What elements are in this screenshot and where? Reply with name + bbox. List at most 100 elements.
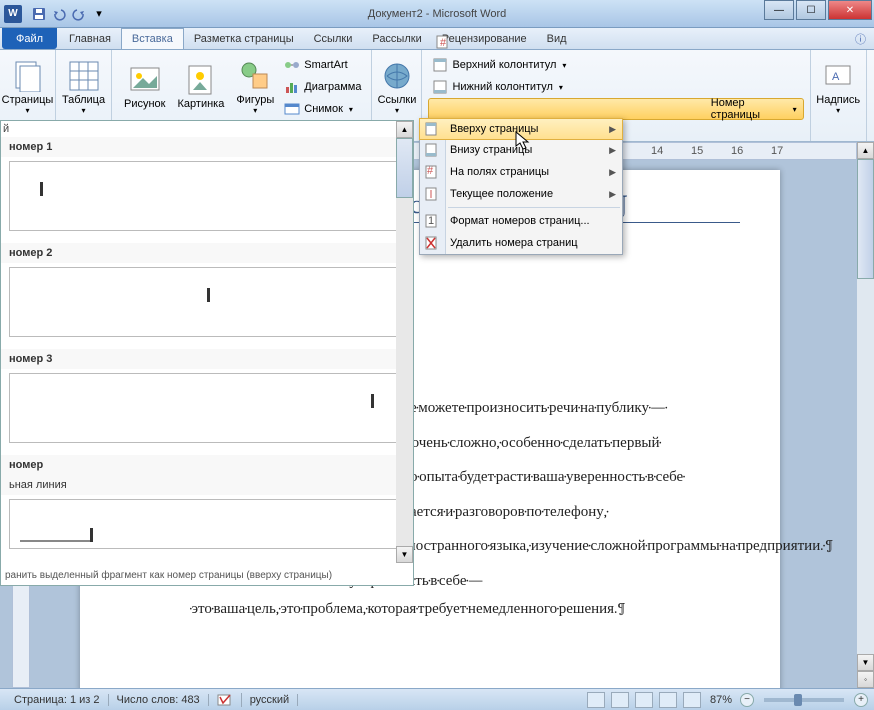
svg-text:#: # — [440, 37, 447, 49]
tab-layout[interactable]: Разметка страницы — [184, 28, 304, 49]
gallery-preset-4[interactable] — [9, 499, 405, 549]
clipart-icon — [185, 64, 217, 96]
gallery-scrollbar[interactable]: ▲ ▼ — [396, 121, 413, 563]
browse-object-icon[interactable]: ◦ — [857, 671, 874, 688]
status-page[interactable]: Страница: 1 из 2 — [6, 694, 109, 706]
paragraph: о·опыта·будет·расти·ваша·уверенность·в·с… — [410, 462, 740, 491]
page-bottom-icon — [424, 142, 440, 158]
menu-page-margins[interactable]: # На полях страницы▶ — [420, 161, 622, 183]
pagenumber-menu: Вверху страницы▶ Внизу страницы▶ # На по… — [419, 118, 623, 255]
window-title: Документ2 - Microsoft Word — [368, 8, 506, 20]
menu-remove-pagenumbers[interactable]: Удалить номера страниц — [420, 232, 622, 254]
tab-mailings[interactable]: Рассылки — [362, 28, 431, 49]
menu-top-of-page[interactable]: Вверху страницы▶ — [419, 118, 623, 140]
gallery-category: номер 1 — [1, 137, 413, 157]
scroll-up-icon[interactable]: ▲ — [857, 142, 874, 159]
gallery-preset-1[interactable] — [9, 161, 405, 231]
qat-redo[interactable] — [70, 5, 88, 23]
vertical-scrollbar[interactable]: ▲ ▼ ◦ — [857, 142, 874, 688]
textbox-label: Надпись — [816, 94, 860, 106]
clipart-label: Картинка — [178, 98, 225, 110]
text-group-label: Текст — [867, 129, 874, 140]
pagenumber-gallery: й номер 1 номер 2 номер 3 номер ьная лин… — [0, 120, 414, 586]
smartart-icon — [284, 57, 300, 73]
gallery-preset-3[interactable] — [9, 373, 405, 443]
pagenumber-button[interactable]: #Номер страницы▾ — [428, 98, 803, 120]
page-top-icon — [424, 121, 440, 137]
gallery-category: номер — [1, 455, 413, 475]
scroll-thumb[interactable] — [396, 138, 413, 198]
status-wordcount[interactable]: Число слов: 483 — [109, 694, 209, 706]
proofing-icon — [217, 693, 233, 707]
scroll-down-icon[interactable]: ▼ — [396, 546, 413, 563]
qat-save[interactable] — [30, 5, 48, 23]
zoom-in-button[interactable]: + — [854, 693, 868, 707]
paragraph: ·очень·сложно,·особенно·сделать·первый· — [410, 428, 740, 457]
paragraph: ается·и·разговоров·по·телефону,· — [410, 497, 740, 526]
picture-button[interactable]: Рисунок — [118, 52, 172, 122]
minimize-button[interactable]: — — [764, 0, 794, 20]
scroll-thumb[interactable] — [857, 159, 874, 279]
links-icon — [381, 60, 413, 92]
zoom-out-button[interactable]: − — [740, 693, 754, 707]
tab-file[interactable]: Файл — [2, 28, 57, 49]
tab-home[interactable]: Главная — [59, 28, 121, 49]
pages-icon — [12, 60, 44, 92]
status-proofing[interactable] — [209, 693, 242, 707]
scroll-up-icon[interactable]: ▲ — [396, 121, 413, 138]
shapes-button[interactable]: Фигуры ▾ — [230, 52, 280, 122]
view-print-layout[interactable] — [587, 692, 605, 708]
gallery-preset-2[interactable] — [9, 267, 405, 337]
links-button[interactable]: Ссылки ▾ — [378, 52, 415, 122]
table-label: Таблица — [62, 94, 105, 106]
scroll-down-icon[interactable]: ▼ — [857, 654, 874, 671]
tab-insert[interactable]: Вставка — [121, 28, 184, 49]
view-draft[interactable] — [683, 692, 701, 708]
menu-bottom-of-page[interactable]: Внизу страницы▶ — [420, 139, 622, 161]
tab-references[interactable]: Ссылки — [304, 28, 363, 49]
view-outline[interactable] — [659, 692, 677, 708]
qat-customize[interactable]: ▾ — [90, 5, 108, 23]
picture-label: Рисунок — [124, 98, 166, 110]
remove-icon — [424, 235, 440, 251]
zoom-handle[interactable] — [794, 694, 802, 706]
svg-text:1: 1 — [428, 215, 434, 227]
textbox-icon: A — [822, 60, 854, 92]
gallery-subcat: ьная линия — [1, 475, 413, 495]
table-button[interactable]: Таблица ▾ — [62, 52, 105, 122]
pages-button[interactable]: Страницы ▾ — [6, 52, 49, 122]
shapes-label: Фигуры — [236, 94, 274, 106]
word-icon: W — [4, 5, 22, 23]
view-web[interactable] — [635, 692, 653, 708]
chart-button[interactable]: Диаграмма — [280, 76, 365, 98]
help-icon[interactable]: ⓘ — [855, 28, 866, 49]
pages-label: Страницы — [2, 94, 54, 106]
page-margins-icon: # — [424, 164, 440, 180]
view-fullscreen[interactable] — [611, 692, 629, 708]
svg-text:A: A — [832, 71, 840, 83]
format-icon: 1 — [424, 213, 440, 229]
titlebar: W ▾ Документ2 - Microsoft Word — ☐ ✕ — [0, 0, 874, 28]
svg-text:#: # — [427, 165, 434, 177]
menu-current-position[interactable]: Текущее положение▶ — [420, 183, 622, 205]
close-button[interactable]: ✕ — [828, 0, 872, 20]
qat-undo[interactable] — [50, 5, 68, 23]
zoom-percent[interactable]: 87% — [710, 694, 732, 706]
gallery-category: номер 3 — [1, 349, 413, 369]
statusbar: Страница: 1 из 2 Число слов: 483 русский… — [0, 688, 874, 710]
screenshot-icon — [284, 101, 300, 117]
maximize-button[interactable]: ☐ — [796, 0, 826, 20]
clipart-button[interactable]: Картинка — [172, 52, 231, 122]
smartart-button[interactable]: SmartArt — [280, 54, 365, 76]
textbox-button[interactable]: A Надпись ▾ — [817, 52, 860, 122]
shapes-icon — [239, 60, 271, 92]
menu-format-pagenumbers[interactable]: 1 Формат номеров страниц... — [420, 210, 622, 232]
gallery-save-selection[interactable]: ранить выделенный фрагмент как номер стр… — [5, 570, 332, 581]
gallery-category: номер 2 — [1, 243, 413, 263]
status-language[interactable]: русский — [242, 694, 298, 706]
screenshot-button[interactable]: Снимок▾ — [280, 98, 365, 120]
zoom-slider[interactable] — [764, 698, 844, 702]
current-position-icon — [424, 186, 440, 202]
table-icon — [68, 60, 100, 92]
links-label: Ссылки — [378, 94, 417, 106]
